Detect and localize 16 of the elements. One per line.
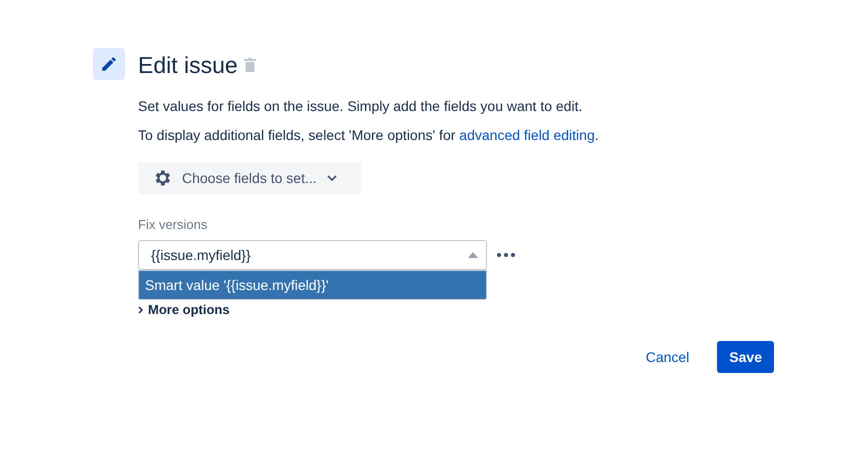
- cancel-button[interactable]: Cancel: [634, 341, 702, 373]
- more-icon[interactable]: [497, 253, 515, 257]
- page-title: Edit issue: [138, 52, 238, 78]
- choose-fields-button[interactable]: Choose fields to set...: [138, 162, 361, 194]
- save-button[interactable]: Save: [717, 341, 774, 373]
- chevron-right-icon: [138, 306, 144, 314]
- hint-text: To display additional fields, select 'More options' for advanced field editing.: [138, 126, 600, 145]
- suggestion-item[interactable]: Smart value '{{issue.myfield}}': [139, 271, 486, 299]
- advanced-editing-link[interactable]: advanced field editing: [459, 127, 595, 143]
- field-label: Fix versions: [138, 217, 208, 232]
- chevron-down-icon: [326, 175, 337, 181]
- caret-up-icon: [468, 252, 478, 258]
- edit-icon: [93, 48, 125, 80]
- fix-versions-field[interactable]: {{issue.myfield}}: [138, 240, 487, 270]
- description-text: Set values for fields on the issue. Simply add the fields you want to edit.: [138, 97, 584, 116]
- more-options-toggle[interactable]: More options: [138, 302, 230, 317]
